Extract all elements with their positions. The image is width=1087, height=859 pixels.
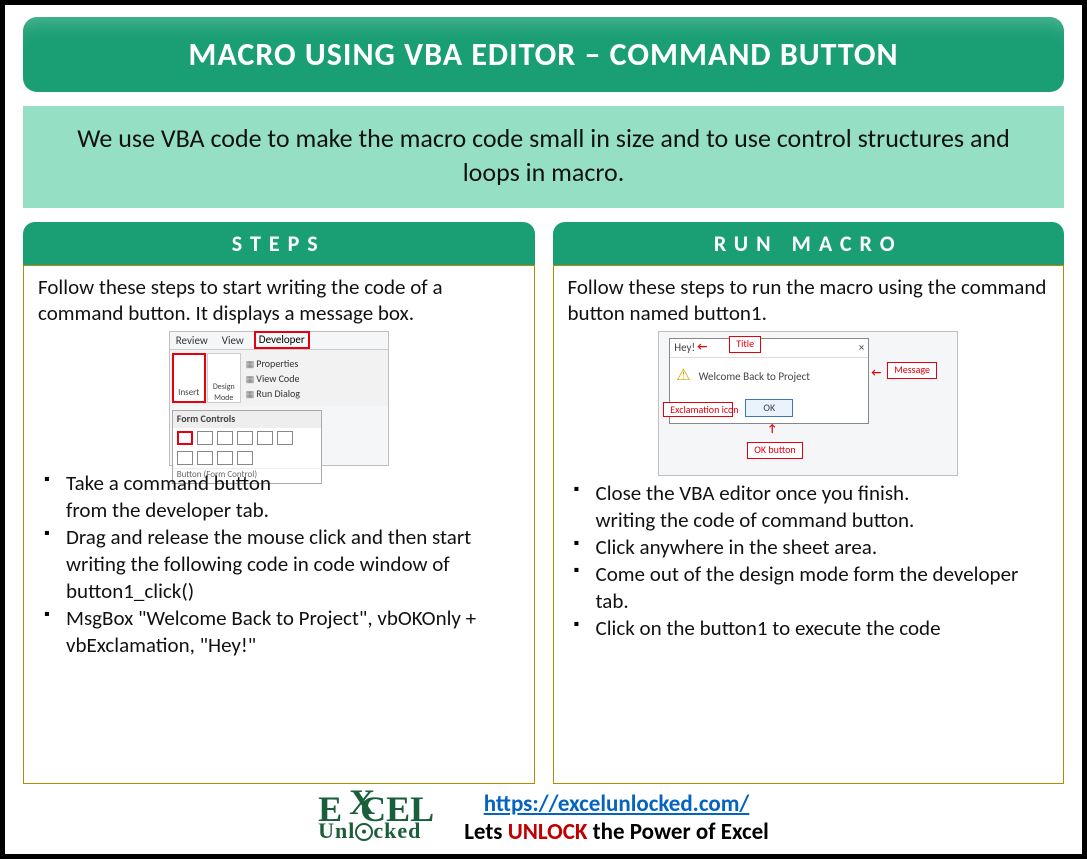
close-icon: × — [859, 341, 864, 355]
control-icon — [237, 431, 253, 445]
bullet-text: from the developer tab. — [66, 497, 269, 523]
tab-view: View — [218, 333, 248, 349]
steps-list: Take a command button from the developer… — [38, 470, 520, 658]
steps-heading: STEPS — [23, 222, 535, 265]
columns: STEPS Follow these steps to start writin… — [23, 222, 1064, 784]
site-link[interactable]: https://excelunlocked.com/ — [484, 790, 750, 818]
insert-button: Insert — [172, 353, 206, 403]
footer: E X CEL Unlcked https://excelunlocked.co… — [23, 790, 1064, 846]
run-macro-heading: RUN MACRO — [553, 222, 1065, 265]
page-subtitle: We use VBA code to make the macro code s… — [23, 106, 1064, 208]
exclamation-icon: ⚠ — [676, 366, 690, 386]
control-icon — [257, 431, 273, 445]
msgbox-title: Hey! — [674, 341, 695, 355]
logo: E X CEL Unlcked — [318, 794, 434, 843]
logo-text-sub: Unlcked — [318, 822, 434, 842]
control-icon — [277, 431, 293, 445]
label-okbutton: OK button — [747, 442, 802, 459]
bullet-text: Close the VBA editor once you finish. — [596, 480, 910, 506]
prop-properties: Properties — [246, 357, 300, 372]
control-icon — [197, 431, 213, 445]
design-mode-button: Design Mode — [207, 353, 241, 403]
page-title: MACRO USING VBA EDITOR – COMMAND BUTTON — [23, 17, 1064, 92]
arrow-icon: ↑ — [767, 422, 777, 436]
logo-x: X — [349, 787, 375, 818]
list-item: Click on the button1 to execute the code — [596, 615, 1050, 642]
run-macro-intro: Follow these steps to run the macro usin… — [568, 274, 1050, 328]
tagline-c: the Power of Excel — [587, 818, 768, 846]
steps-body: Follow these steps to start writing the … — [23, 265, 535, 784]
msgbox-message: Welcome Back to Project — [699, 370, 810, 384]
msgbox-screenshot: Hey! × ⚠ Welcome Back to Project OK ← Ti… — [658, 331, 958, 476]
form-controls-title: Form Controls — [173, 411, 321, 428]
ok-button: OK — [745, 399, 793, 417]
steps-intro: Follow these steps to start writing the … — [38, 274, 520, 328]
control-icon — [217, 451, 233, 465]
prop-rundialog: Run Dialog — [246, 387, 300, 402]
prop-viewcode: View Code — [246, 372, 300, 387]
steps-panel: STEPS Follow these steps to start writin… — [23, 222, 535, 784]
arrow-icon: ← — [871, 366, 881, 380]
keyhole-icon — [355, 823, 373, 841]
tab-review: Review — [172, 333, 212, 349]
label-exclamation: Exclamation icon — [663, 402, 733, 417]
control-icon — [177, 451, 193, 465]
arrow-icon: ← — [697, 340, 707, 354]
control-icon — [237, 451, 253, 465]
bullet-text: Take a command button — [66, 470, 271, 496]
run-macro-list: Close the VBA editor once you finish. wr… — [568, 480, 1050, 641]
tab-developer: Developer — [254, 331, 310, 349]
list-item: Come out of the design mode form the dev… — [596, 561, 1050, 615]
label-message: Message — [887, 362, 937, 379]
tagline-a: Lets — [464, 818, 508, 846]
list-item: Take a command button from the developer… — [66, 470, 520, 524]
list-item: MsgBox "Welcome Back to Project", vbOKOn… — [66, 605, 520, 659]
footer-text: https://excelunlocked.com/ Lets UNLOCK t… — [464, 790, 769, 846]
run-macro-panel: RUN MACRO Follow these steps to run the … — [553, 222, 1065, 784]
control-icon — [197, 451, 213, 465]
tagline-unlock: UNLOCK — [508, 818, 588, 846]
properties-group: Properties View Code Run Dialog — [242, 353, 300, 403]
list-item: Click anywhere in the sheet area. — [596, 534, 1050, 561]
control-icon — [217, 431, 233, 445]
list-item: Drag and release the mouse click and the… — [66, 524, 520, 605]
list-item: Close the VBA editor once you finish. wr… — [596, 480, 1050, 534]
label-title: Title — [729, 336, 761, 353]
button-control-icon — [177, 431, 193, 445]
bullet-text: writing the code of command button. — [596, 507, 915, 533]
ribbon-screenshot: Review View Developer Insert Design Mode… — [169, 331, 389, 466]
run-macro-body: Follow these steps to run the macro usin… — [553, 265, 1065, 784]
